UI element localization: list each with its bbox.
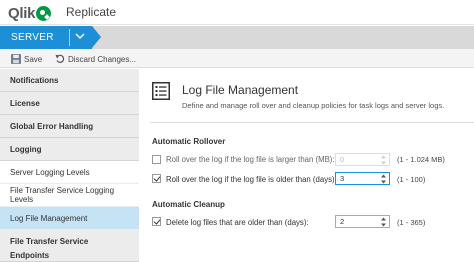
sidebar-item-label: Server Logging Levels	[10, 167, 90, 177]
sidebar-item-label: Global Error Handling	[10, 121, 94, 131]
sidebar-item-label: File Transfer Service	[10, 236, 89, 246]
server-tab-label: SERVER	[11, 32, 54, 43]
save-button-label: Save	[24, 54, 43, 64]
qlik-logo: Qlik	[8, 4, 52, 22]
save-button[interactable]: Save	[11, 52, 42, 66]
page-description: Define and manage roll over and cleanup …	[182, 101, 445, 110]
cleanup-delete-checkbox[interactable]	[152, 217, 161, 226]
sidebar-item-label: Endpoints	[10, 251, 50, 260]
spinner-icon[interactable]	[381, 174, 386, 184]
sidebar-item-label: License	[10, 98, 40, 108]
discard-changes-button[interactable]: Discard Changes...	[55, 52, 136, 66]
chevron-down-icon[interactable]	[74, 30, 86, 42]
sidebar-item-file-transfer-logging-levels[interactable]: File Transfer Service Logging Levels	[0, 184, 139, 207]
server-tab[interactable]: SERVER	[0, 26, 101, 49]
automatic-cleanup-heading: Automatic Cleanup	[152, 200, 225, 209]
rollover-age-label: Roll over the log if the log file is old…	[166, 175, 337, 184]
sidebar-item-label: File Transfer Service Logging Levels	[10, 186, 115, 204]
server-tab-divider	[69, 29, 70, 46]
cleanup-delete-input[interactable]: 2	[335, 215, 390, 228]
undo-icon	[55, 54, 65, 63]
spinner-icon[interactable]	[381, 217, 386, 227]
toolbar: Save Discard Changes...	[0, 49, 474, 68]
sidebar: Notifications License Global Error Handl…	[0, 69, 139, 262]
qlik-q-icon	[36, 5, 52, 21]
top-bar: Qlik Replicate	[0, 0, 474, 25]
cleanup-delete-label: Delete log files that are older than (da…	[166, 218, 309, 227]
sidebar-item-global-error-handling[interactable]: Global Error Handling	[0, 115, 139, 138]
list-document-icon	[152, 82, 170, 100]
rollover-age-checkbox[interactable]	[152, 174, 161, 183]
automatic-rollover-heading: Automatic Rollover	[152, 137, 226, 146]
cleanup-delete-value: 2	[340, 217, 345, 226]
rollover-age-input[interactable]: 3	[335, 172, 390, 185]
app-name: Replicate	[66, 5, 117, 19]
sidebar-item-endpoints[interactable]: Endpoints	[0, 248, 139, 262]
rollover-size-range: (1 - 1.024 MB)	[397, 155, 445, 164]
sidebar-item-notifications[interactable]: Notifications	[0, 69, 139, 92]
sidebar-item-label: Notifications	[10, 75, 59, 85]
rollover-size-label: Roll over the log if the log file is lar…	[166, 155, 335, 164]
logo-text: Qlik	[8, 4, 36, 22]
rollover-size-value: 0	[340, 155, 345, 164]
rollover-size-checkbox[interactable]	[152, 155, 161, 164]
main-panel: Log File Management Define and manage ro…	[140, 69, 474, 252]
discard-changes-label: Discard Changes...	[68, 54, 137, 64]
cleanup-delete-range: (1 - 365)	[397, 218, 426, 227]
save-icon	[11, 54, 21, 64]
sidebar-item-logging[interactable]: Logging	[0, 138, 139, 161]
spinner-icon[interactable]	[381, 155, 386, 165]
page-title: Log File Management	[182, 83, 299, 97]
rollover-size-input[interactable]: 0	[335, 153, 390, 166]
sidebar-item-server-logging-levels[interactable]: Server Logging Levels	[0, 161, 139, 184]
sidebar-item-label: Logging	[10, 144, 42, 154]
rollover-age-value: 3	[340, 174, 345, 183]
sidebar-item-log-file-management[interactable]: Log File Management	[0, 207, 139, 230]
nav-bar: SERVER	[0, 26, 474, 49]
sidebar-item-license[interactable]: License	[0, 92, 139, 115]
sidebar-item-label: Log File Management	[10, 213, 88, 223]
rollover-age-range: (1 - 100)	[397, 175, 426, 184]
divider	[150, 122, 474, 123]
